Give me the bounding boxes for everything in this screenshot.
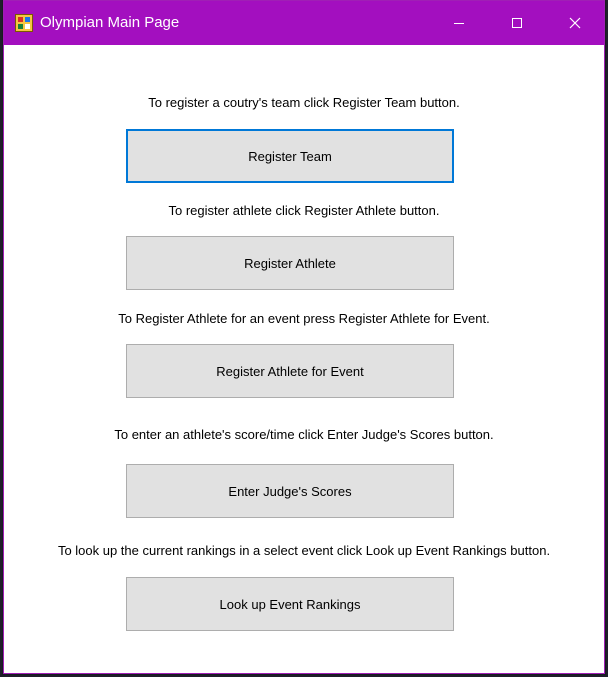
register-athlete-event-button[interactable]: Register Athlete for Event xyxy=(126,344,454,398)
main-window: Olympian Main Page To register a coutry'… xyxy=(3,0,605,674)
enter-judges-scores-button[interactable]: Enter Judge's Scores xyxy=(126,464,454,518)
enter-scores-instruction: To enter an athlete's score/time click E… xyxy=(114,427,494,442)
register-team-button[interactable]: Register Team xyxy=(126,129,454,183)
maximize-icon xyxy=(512,18,522,28)
maximize-button[interactable] xyxy=(488,1,546,45)
minimize-icon xyxy=(454,23,464,24)
register-team-instruction: To register a coutry's team click Regist… xyxy=(148,95,460,110)
app-window-icon xyxy=(15,14,33,32)
look-up-event-rankings-button[interactable]: Look up Event Rankings xyxy=(126,577,454,631)
minimize-button[interactable] xyxy=(430,1,488,45)
title-bar[interactable]: Olympian Main Page xyxy=(4,1,604,45)
register-athlete-event-instruction: To Register Athlete for an event press R… xyxy=(118,311,490,326)
form-client-area: To register a coutry's team click Regist… xyxy=(4,45,604,673)
window-title: Olympian Main Page xyxy=(40,14,180,31)
register-athlete-instruction: To register athlete click Register Athle… xyxy=(168,203,440,218)
register-athlete-button[interactable]: Register Athlete xyxy=(126,236,454,290)
close-icon xyxy=(569,17,581,29)
close-button[interactable] xyxy=(546,1,604,45)
event-rankings-instruction: To look up the current rankings in a sel… xyxy=(57,543,551,558)
